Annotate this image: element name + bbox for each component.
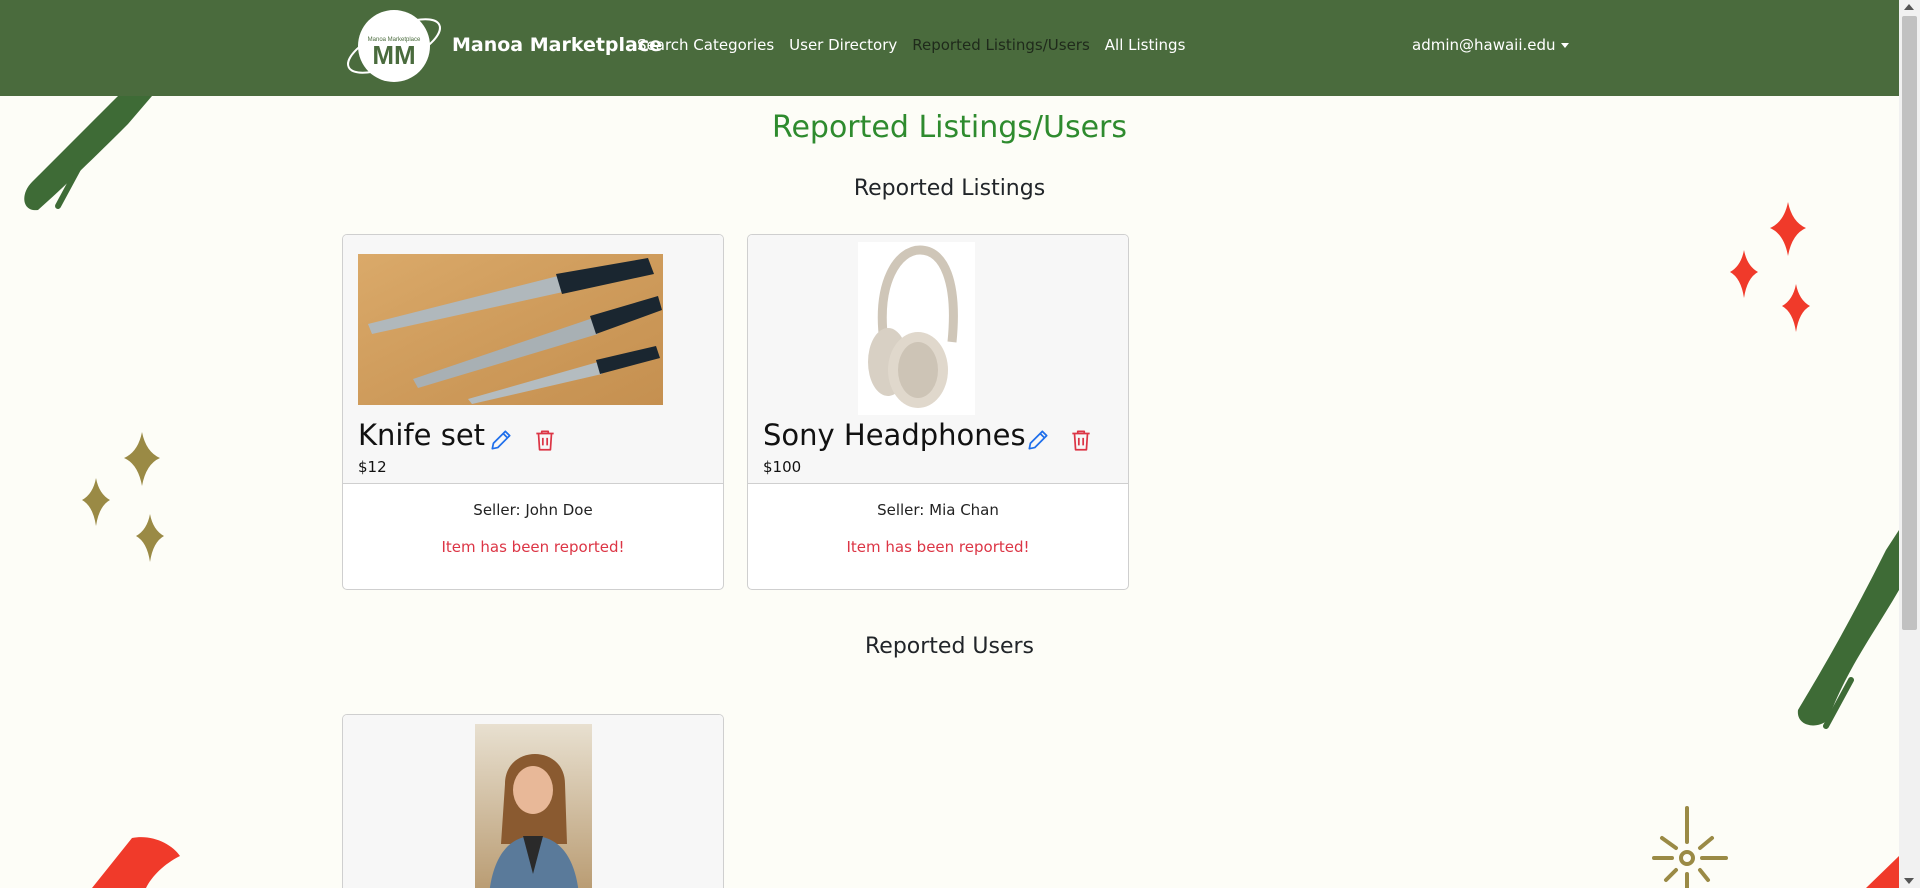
red-brush-stroke-decoration [92, 837, 180, 888]
listing-card: Knife set $12 Seller: John Doe Item has … [342, 234, 724, 590]
nav-search-categories[interactable]: Search Categories [637, 36, 774, 54]
scroll-up-arrow-icon[interactable] [1904, 4, 1914, 10]
listing-card-header: Knife set $12 [343, 235, 723, 484]
user-dropdown[interactable]: admin@hawaii.edu [1412, 36, 1569, 54]
listing-card-header: Sony Headphones $100 [748, 235, 1128, 484]
listing-seller: Seller: John Doe [473, 501, 593, 519]
nav-all-listings[interactable]: All Listings [1105, 36, 1186, 54]
nav-reported-listings-users[interactable]: Reported Listings/Users [912, 36, 1090, 54]
reported-status: Item has been reported! [441, 538, 625, 556]
olive-sun-decoration [1652, 806, 1728, 888]
user-email: admin@hawaii.edu [1412, 36, 1556, 54]
brand-name[interactable]: Manoa Marketplace [452, 34, 662, 56]
listing-title: Sony Headphones [763, 418, 1026, 452]
listing-image-headphones [858, 242, 975, 415]
listing-seller: Seller: Mia Chan [877, 501, 999, 519]
chevron-down-icon [1560, 42, 1569, 48]
listing-price: $100 [763, 458, 802, 476]
page-title: Reported Listings/Users [771, 110, 1128, 145]
reported-user-card-header [343, 715, 723, 888]
listing-card: Sony Headphones $100 Seller: Mia Chan It… [747, 234, 1129, 590]
trash-delete-icon[interactable] [532, 427, 558, 453]
reported-status: Item has been reported! [846, 538, 1030, 556]
red-corner-decoration [1866, 856, 1899, 888]
reported-users-heading: Reported Users [864, 634, 1035, 659]
red-sparkles-decoration [1730, 202, 1810, 332]
main-nav: Search Categories User Directory Reporte… [637, 36, 1185, 54]
green-brush-stroke-decoration-right [1797, 530, 1899, 729]
pencil-edit-icon[interactable] [1025, 427, 1051, 453]
top-navbar: Manoa Marketplace MM Manoa Marketplace S… [0, 0, 1899, 96]
listing-price: $12 [358, 458, 387, 476]
brand-home-link[interactable]: Manoa Marketplace MM Manoa Marketplace [342, 6, 662, 90]
reported-user-card [342, 714, 724, 888]
svg-text:MM: MM [372, 40, 415, 70]
nav-user-directory[interactable]: User Directory [789, 36, 897, 54]
trash-delete-icon[interactable] [1068, 427, 1094, 453]
page-scrollbar[interactable] [1899, 0, 1920, 888]
reported-listings-heading: Reported Listings [853, 176, 1046, 201]
pencil-edit-icon[interactable] [488, 427, 514, 453]
listing-image-knife-set [358, 254, 663, 405]
marketplace-logo: Manoa Marketplace MM [342, 6, 446, 90]
listing-title: Knife set [358, 418, 486, 452]
scrollbar-thumb[interactable] [1902, 16, 1917, 630]
scroll-down-arrow-icon[interactable] [1904, 878, 1914, 884]
reported-user-photo [475, 724, 592, 888]
olive-sparkles-decoration [82, 432, 164, 562]
